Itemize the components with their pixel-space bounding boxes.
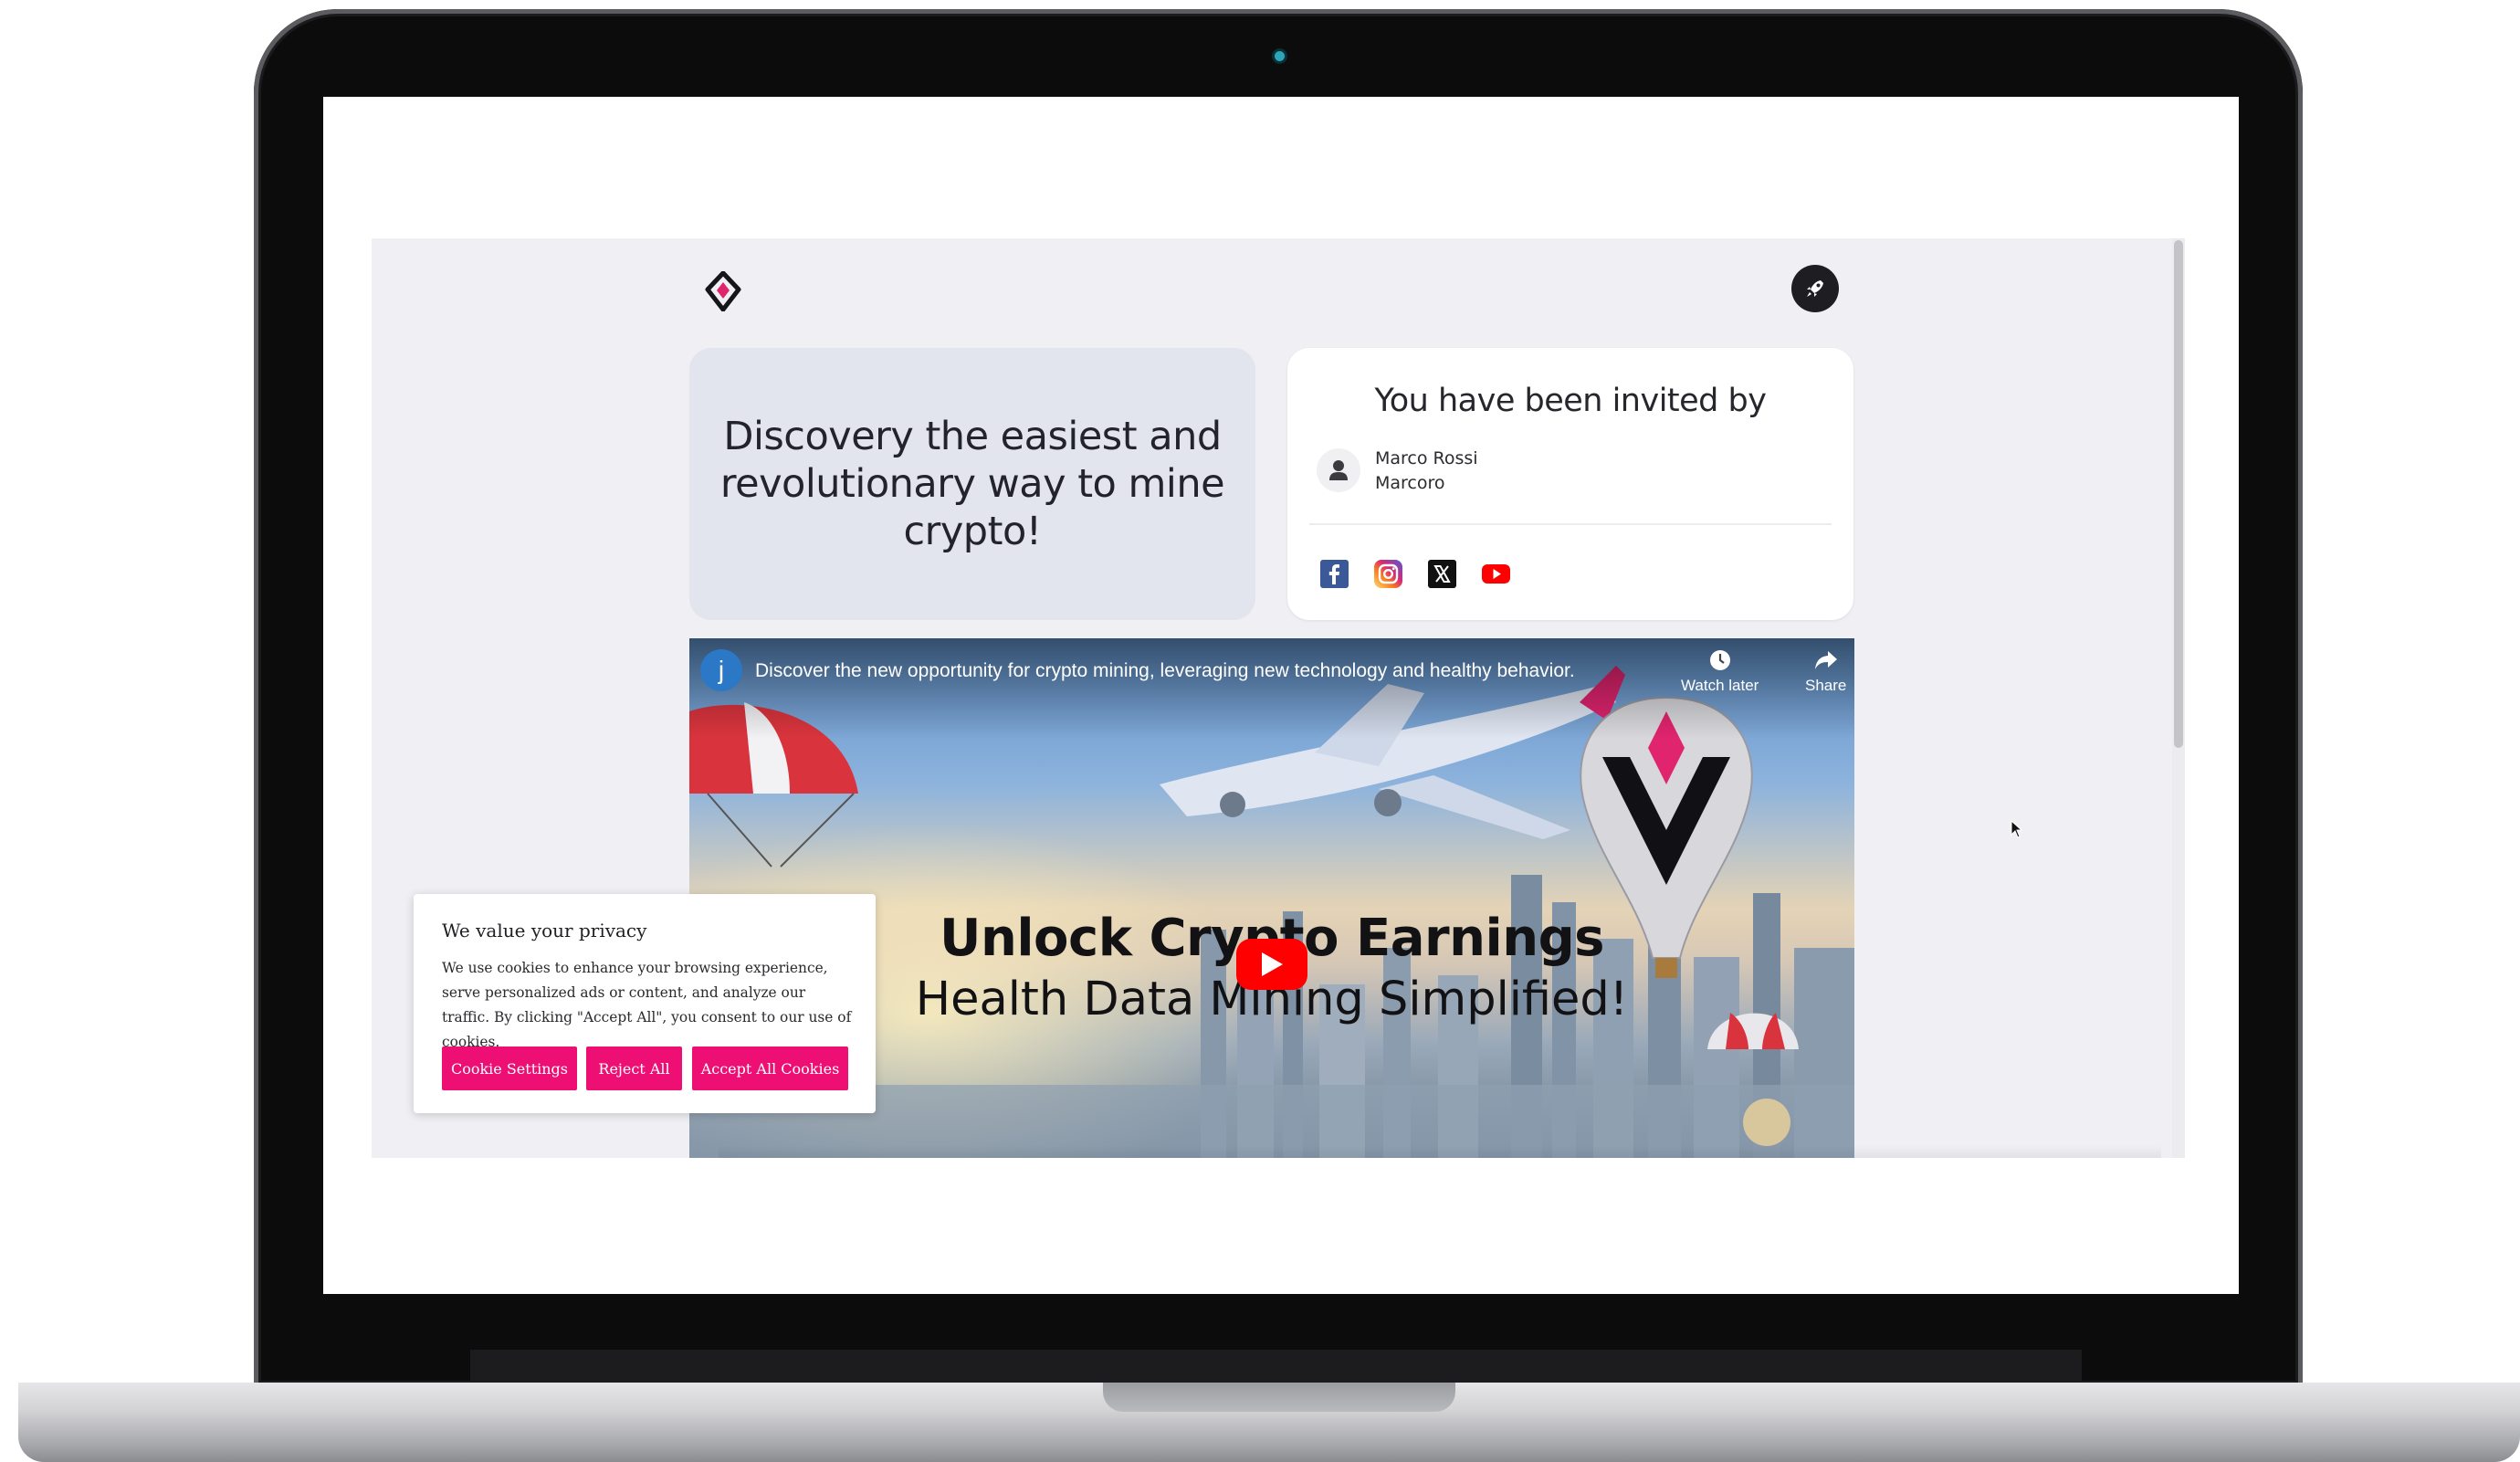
- cookie-consent-banner: We value your privacy We use cookies to …: [414, 894, 876, 1113]
- social-links: [1320, 560, 1510, 588]
- cookie-text: We use cookies to enhance your browsing …: [442, 960, 852, 1050]
- laptop-hinge: [470, 1350, 2082, 1383]
- laptop-base-notch: [1103, 1383, 1455, 1412]
- vertical-scrollbar[interactable]: [2172, 238, 2185, 1158]
- rocket-icon: [1807, 280, 1823, 297]
- diamond-v-logo-icon[interactable]: [705, 271, 741, 311]
- invite-card: You have been invited by Marco Rossi Mar…: [1287, 348, 1853, 620]
- reject-all-button[interactable]: Reject All: [586, 1047, 682, 1090]
- accept-all-cookies-button[interactable]: Accept All Cookies: [692, 1047, 848, 1090]
- user-icon: [1329, 460, 1348, 480]
- invite-title: You have been invited by: [1374, 383, 1767, 419]
- watch-later-button[interactable]: Watch later: [1681, 649, 1759, 695]
- laptop-screen: Discovery the easiest and revolutionary …: [323, 97, 2239, 1294]
- divider: [1309, 523, 1832, 525]
- mouse-cursor-icon: [2011, 820, 2023, 838]
- hero-title: Discovery the easiest and revolutionary …: [719, 414, 1225, 554]
- x-twitter-icon[interactable]: [1428, 560, 1456, 588]
- youtube-icon[interactable]: [1482, 560, 1510, 588]
- share-label: Share: [1805, 677, 1847, 694]
- share-button[interactable]: Share: [1805, 649, 1846, 695]
- channel-avatar[interactable]: j: [700, 649, 742, 691]
- hero-card: Discovery the easiest and revolutionary …: [689, 348, 1255, 620]
- play-icon: [1262, 952, 1283, 976]
- facebook-icon[interactable]: [1320, 560, 1349, 588]
- inviter-name: Marco Rossi: [1375, 448, 1478, 468]
- play-button[interactable]: [1236, 939, 1307, 990]
- cookie-title: We value your privacy: [442, 920, 647, 941]
- watch-later-label: Watch later: [1681, 677, 1759, 694]
- share-arrow-icon: [1814, 651, 1837, 669]
- cookie-settings-button[interactable]: Cookie Settings: [442, 1047, 577, 1090]
- clock-icon: [1709, 650, 1730, 670]
- video-title[interactable]: Discover the new opportunity for crypto …: [755, 660, 1575, 682]
- browser-viewport: Discovery the easiest and revolutionary …: [372, 238, 2185, 1158]
- avatar: [1317, 448, 1360, 492]
- video-header-overlay: [689, 638, 1854, 739]
- instagram-icon[interactable]: [1374, 560, 1402, 588]
- rocket-button[interactable]: [1791, 265, 1839, 312]
- scrollbar-thumb[interactable]: [2174, 240, 2183, 748]
- inviter-username: Marcoro: [1375, 473, 1445, 493]
- fold-shadow: [719, 1145, 2161, 1158]
- webcam-icon: [1275, 51, 1285, 61]
